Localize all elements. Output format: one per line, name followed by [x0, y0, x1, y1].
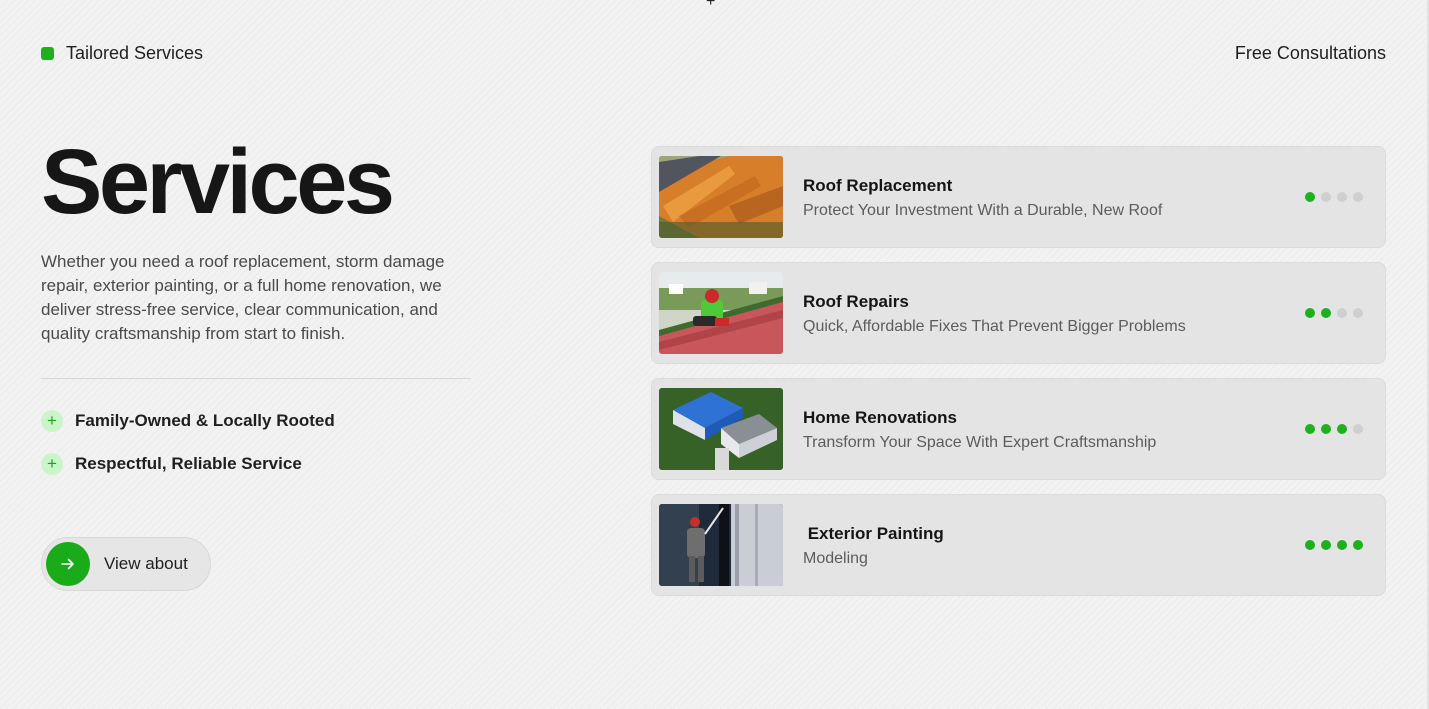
- service-title: Roof Repairs: [803, 292, 909, 311]
- service-title: Home Renovations: [803, 408, 957, 427]
- service-text: Exterior Painting Modeling: [803, 523, 944, 570]
- progress-dot-active: [1305, 424, 1315, 434]
- view-about-button[interactable]: View about: [41, 537, 211, 591]
- progress-dot: [1321, 192, 1331, 202]
- green-square-icon: [41, 46, 54, 60]
- progress-dot: [1353, 424, 1363, 434]
- service-card-roof-replacement[interactable]: Roof Replacement Protect Your Investment…: [651, 146, 1386, 248]
- progress-dot-active: [1337, 540, 1347, 550]
- plus-icon: +: [41, 410, 63, 432]
- service-card-home-renovations[interactable]: Home Renovations Transform Your Space Wi…: [651, 378, 1386, 480]
- feature-label: Respectful, Reliable Service: [75, 454, 302, 473]
- progress-dot-active: [1353, 540, 1363, 550]
- service-subtitle: Modeling: [803, 550, 868, 567]
- free-consultations-link[interactable]: Free Consultations: [1235, 43, 1386, 64]
- page-title: Services: [41, 131, 395, 233]
- services-list: Roof Replacement Protect Your Investment…: [651, 146, 1386, 610]
- feature-label: Family-Owned & Locally Rooted: [75, 411, 335, 430]
- top-bar: Tailored Services Free Consultations: [41, 42, 1386, 64]
- feature-item: + Family-Owned & Locally Rooted: [41, 409, 471, 433]
- progress-dot-active: [1305, 540, 1315, 550]
- progress-dots: [1305, 308, 1363, 318]
- service-subtitle: Quick, Affordable Fixes That Prevent Big…: [803, 318, 1186, 335]
- service-title: Roof Replacement: [803, 176, 953, 195]
- view-about-label: View about: [104, 554, 188, 573]
- progress-dots: [1305, 540, 1363, 550]
- service-text: Roof Repairs Quick, Affordable Fixes Tha…: [803, 291, 1186, 338]
- roof-replacement-image: [659, 156, 783, 238]
- exterior-painting-image: [659, 504, 783, 586]
- progress-dots: [1305, 192, 1363, 202]
- service-card-exterior-painting[interactable]: Exterior Painting Modeling: [651, 494, 1386, 596]
- progress-dot-active: [1321, 540, 1331, 550]
- home-renovations-image: [659, 388, 783, 470]
- progress-dot: [1353, 192, 1363, 202]
- progress-dot-active: [1321, 424, 1331, 434]
- roof-repairs-image: [659, 272, 783, 354]
- hero-description: Whether you need a roof replacement, sto…: [41, 252, 445, 343]
- feature-item: + Respectful, Reliable Service: [41, 452, 471, 476]
- progress-dot-active: [1337, 424, 1347, 434]
- progress-dot: [1337, 308, 1347, 318]
- service-card-roof-repairs[interactable]: Roof Repairs Quick, Affordable Fixes Tha…: [651, 262, 1386, 364]
- progress-dot-active: [1305, 192, 1315, 202]
- feature-list: + Family-Owned & Locally Rooted + Respec…: [41, 409, 471, 476]
- progress-dot-active: [1321, 308, 1331, 318]
- plus-icon: +: [41, 453, 63, 475]
- progress-dot: [1337, 192, 1347, 202]
- divider: [41, 378, 471, 379]
- section-tag: Tailored Services: [41, 43, 203, 64]
- service-text: Roof Replacement Protect Your Investment…: [803, 175, 1162, 222]
- service-subtitle: Transform Your Space With Expert Craftsm…: [803, 434, 1157, 451]
- progress-dots: [1305, 424, 1363, 434]
- service-title: Exterior Painting: [803, 524, 944, 543]
- top-plus-icon: +: [706, 0, 716, 10]
- arrow-right-icon: [46, 542, 90, 586]
- progress-dot-active: [1305, 308, 1315, 318]
- progress-dot: [1353, 308, 1363, 318]
- service-subtitle: Protect Your Investment With a Durable, …: [803, 202, 1163, 219]
- section-tag-label: Tailored Services: [66, 42, 204, 63]
- hero-section: Services Whether you need a roof replace…: [41, 132, 471, 495]
- service-text: Home Renovations Transform Your Space Wi…: [803, 407, 1156, 454]
